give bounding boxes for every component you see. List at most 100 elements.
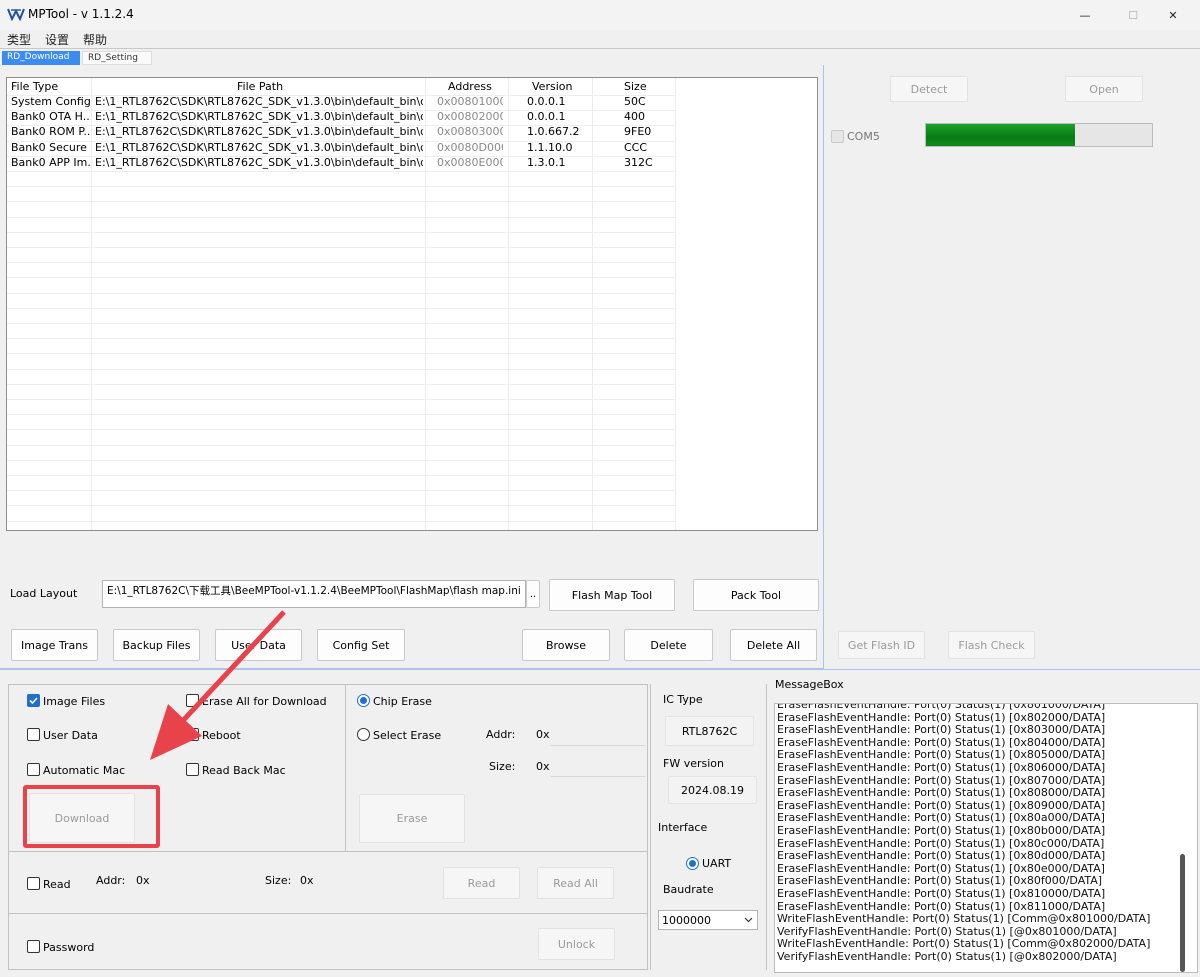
cell-size: 312C bbox=[624, 155, 653, 169]
com-port-checkbox[interactable] bbox=[831, 130, 844, 143]
detect-button[interactable]: Detect bbox=[890, 76, 968, 102]
cell-version: 0.0.0.1 bbox=[527, 110, 566, 124]
row-grid-line bbox=[7, 262, 675, 264]
automatic-mac-label: Automatic Mac bbox=[43, 764, 126, 777]
tab-rd-setting[interactable]: RD_Setting bbox=[82, 51, 152, 65]
app-logo-icon bbox=[7, 8, 25, 21]
cell-file-type: Bank0 Secure ... bbox=[11, 140, 91, 154]
read-addr-label: Addr: bbox=[96, 874, 126, 887]
baudrate-select[interactable]: 1000000 bbox=[658, 910, 758, 930]
cell-file-path: E:\1_RTL8762C\SDK\RTL8762C_SDK_v1.3.0\bi… bbox=[95, 95, 423, 108]
minimize-icon: — bbox=[1079, 8, 1091, 22]
uart-radio[interactable] bbox=[686, 857, 699, 870]
cell-address: 0x0080D000 bbox=[437, 140, 503, 154]
row-grid-line bbox=[7, 353, 675, 355]
select-erase-radio[interactable] bbox=[357, 728, 370, 741]
header-file-path[interactable]: File Path bbox=[237, 80, 283, 93]
log-line: EraseFlashEventHandle: Port(0) Status(1)… bbox=[777, 723, 1106, 737]
cell-file-path: E:\1_RTL8762C\SDK\RTL8762C_SDK_v1.3.0\bi… bbox=[95, 155, 423, 169]
table-row[interactable]: Bank0 APP Im... E:\1_RTL8762C\SDK\RTL8762… bbox=[7, 156, 675, 171]
log-scrollbar-thumb[interactable] bbox=[1180, 854, 1185, 972]
cell-file-path: E:\1_RTL8762C\SDK\RTL8762C_SDK_v1.3.0\bi… bbox=[95, 125, 423, 139]
select-erase-label: Select Erase bbox=[373, 729, 442, 742]
header-version[interactable]: Version bbox=[532, 80, 572, 93]
delete-all-button[interactable]: Delete All bbox=[730, 629, 817, 661]
title-bar bbox=[0, 0, 1200, 30]
erase-size-label: Size: bbox=[489, 760, 516, 773]
log-line: EraseFlashEventHandle: Port(0) Status(1)… bbox=[777, 786, 1106, 800]
flash-map-tool-button[interactable]: Flash Map Tool bbox=[549, 579, 675, 611]
pack-tool-button[interactable]: Pack Tool bbox=[693, 579, 819, 611]
table-row[interactable]: Bank0 ROM P... E:\1_RTL8762C\SDK\RTL8762C… bbox=[7, 125, 675, 140]
erase-addr-label: Addr: bbox=[486, 728, 516, 741]
log-line: EraseFlashEventHandle: Port(0) Status(1)… bbox=[777, 836, 1105, 850]
menu-settings[interactable]: 设置 bbox=[45, 31, 69, 48]
flash-check-button[interactable]: Flash Check bbox=[948, 631, 1035, 659]
browse-button[interactable]: Browse bbox=[522, 629, 610, 661]
cell-address: 0x00802000 bbox=[437, 110, 503, 124]
log-line: VerifyFlashEventHandle: Port(0) Status(1… bbox=[777, 924, 1117, 938]
log-line: EraseFlashEventHandle: Port(0) Status(1)… bbox=[777, 761, 1106, 774]
erase-addr-input[interactable] bbox=[551, 745, 645, 746]
row-grid-line bbox=[7, 475, 675, 476]
row-grid-line bbox=[7, 490, 675, 492]
read-addr-prefix: 0x bbox=[136, 874, 150, 887]
read-checkbox[interactable] bbox=[27, 877, 40, 890]
table-row[interactable]: Bank0 OTA H... E:\1_RTL8762C\SDK\RTL8762C… bbox=[7, 110, 675, 125]
close-button[interactable]: ✕ bbox=[1150, 0, 1196, 30]
read-size-label: Size: bbox=[265, 874, 292, 887]
user-data-checkbox[interactable] bbox=[27, 728, 40, 741]
header-address[interactable]: Address bbox=[448, 80, 492, 93]
messagebox-log[interactable]: EraseFlashEventHandle: Port(0) Status(1)… bbox=[774, 703, 1198, 973]
log-line: VerifyFlashEventHandle: Port(0) Status(1… bbox=[777, 950, 1117, 963]
log-line: EraseFlashEventHandle: Port(0) Status(1)… bbox=[777, 773, 1106, 787]
row-grid-line bbox=[7, 247, 675, 248]
cell-file-path: E:\1_RTL8762C\SDK\RTL8762C_SDK_v1.3.0\bi… bbox=[95, 140, 423, 154]
minimize-button[interactable]: — bbox=[1062, 0, 1108, 30]
cell-file-type: Bank0 OTA H... bbox=[11, 110, 91, 124]
layout-path-field[interactable]: E:\1_RTL8762C\下载工具\BeeMPTool-v1.1.2.4\Be… bbox=[102, 580, 526, 608]
config-set-button[interactable]: Config Set bbox=[317, 629, 405, 661]
menu-type[interactable]: 类型 bbox=[7, 31, 31, 48]
image-trans-button[interactable]: Image Trans bbox=[11, 629, 98, 661]
row-grid-line bbox=[7, 231, 675, 233]
password-checkbox[interactable] bbox=[27, 940, 40, 953]
log-line: WriteFlashEventHandle: Port(0) Status(1)… bbox=[777, 937, 1151, 951]
automatic-mac-checkbox[interactable] bbox=[27, 763, 40, 776]
row-grid-line bbox=[7, 186, 675, 188]
erase-size-input[interactable] bbox=[551, 776, 645, 777]
cell-file-type: System Config... bbox=[11, 95, 91, 108]
layout-browse-button[interactable]: .. bbox=[526, 580, 540, 608]
fw-version-label: FW version bbox=[663, 757, 724, 770]
cell-version: 1.1.10.0 bbox=[527, 140, 573, 154]
row-grid-line bbox=[7, 459, 675, 461]
row-grid-line bbox=[7, 383, 675, 385]
delete-button[interactable]: Delete bbox=[624, 629, 713, 661]
erase-button[interactable]: Erase bbox=[359, 794, 465, 843]
row-grid-line bbox=[7, 171, 675, 172]
read-button[interactable]: Read bbox=[443, 867, 520, 899]
chip-erase-label: Chip Erase bbox=[373, 695, 432, 708]
image-files-checkbox[interactable] bbox=[27, 694, 40, 707]
table-row[interactable]: Bank0 Secure ... E:\1_RTL8762C\SDK\RTL876… bbox=[7, 141, 675, 156]
log-line: WriteFlashEventHandle: Port(0) Status(1)… bbox=[777, 912, 1151, 926]
menu-help[interactable]: 帮助 bbox=[83, 31, 107, 48]
header-file-type[interactable]: File Type bbox=[11, 80, 58, 93]
log-line: EraseFlashEventHandle: Port(0) Status(1)… bbox=[777, 811, 1105, 825]
cell-version: 1.3.0.1 bbox=[527, 155, 566, 169]
row-grid-line bbox=[7, 520, 675, 522]
table-row[interactable]: System Config... E:\1_RTL8762C\SDK\RTL876… bbox=[7, 95, 675, 110]
unlock-button[interactable]: Unlock bbox=[538, 928, 615, 960]
log-line: EraseFlashEventHandle: Port(0) Status(1)… bbox=[777, 710, 1106, 724]
open-button[interactable]: Open bbox=[1065, 76, 1143, 102]
log-line: EraseFlashEventHandle: Port(0) Status(1)… bbox=[777, 824, 1106, 837]
row-grid-line bbox=[7, 216, 675, 218]
header-size[interactable]: Size bbox=[624, 80, 647, 93]
chip-erase-radio[interactable] bbox=[357, 694, 370, 707]
user-data-label: User Data bbox=[43, 729, 98, 742]
check-icon bbox=[29, 697, 38, 705]
read-all-button[interactable]: Read All bbox=[537, 867, 614, 899]
get-flash-id-button[interactable]: Get Flash ID bbox=[838, 631, 925, 659]
tab-rd-download[interactable]: RD_Download bbox=[2, 51, 80, 65]
uart-label: UART bbox=[702, 857, 732, 870]
